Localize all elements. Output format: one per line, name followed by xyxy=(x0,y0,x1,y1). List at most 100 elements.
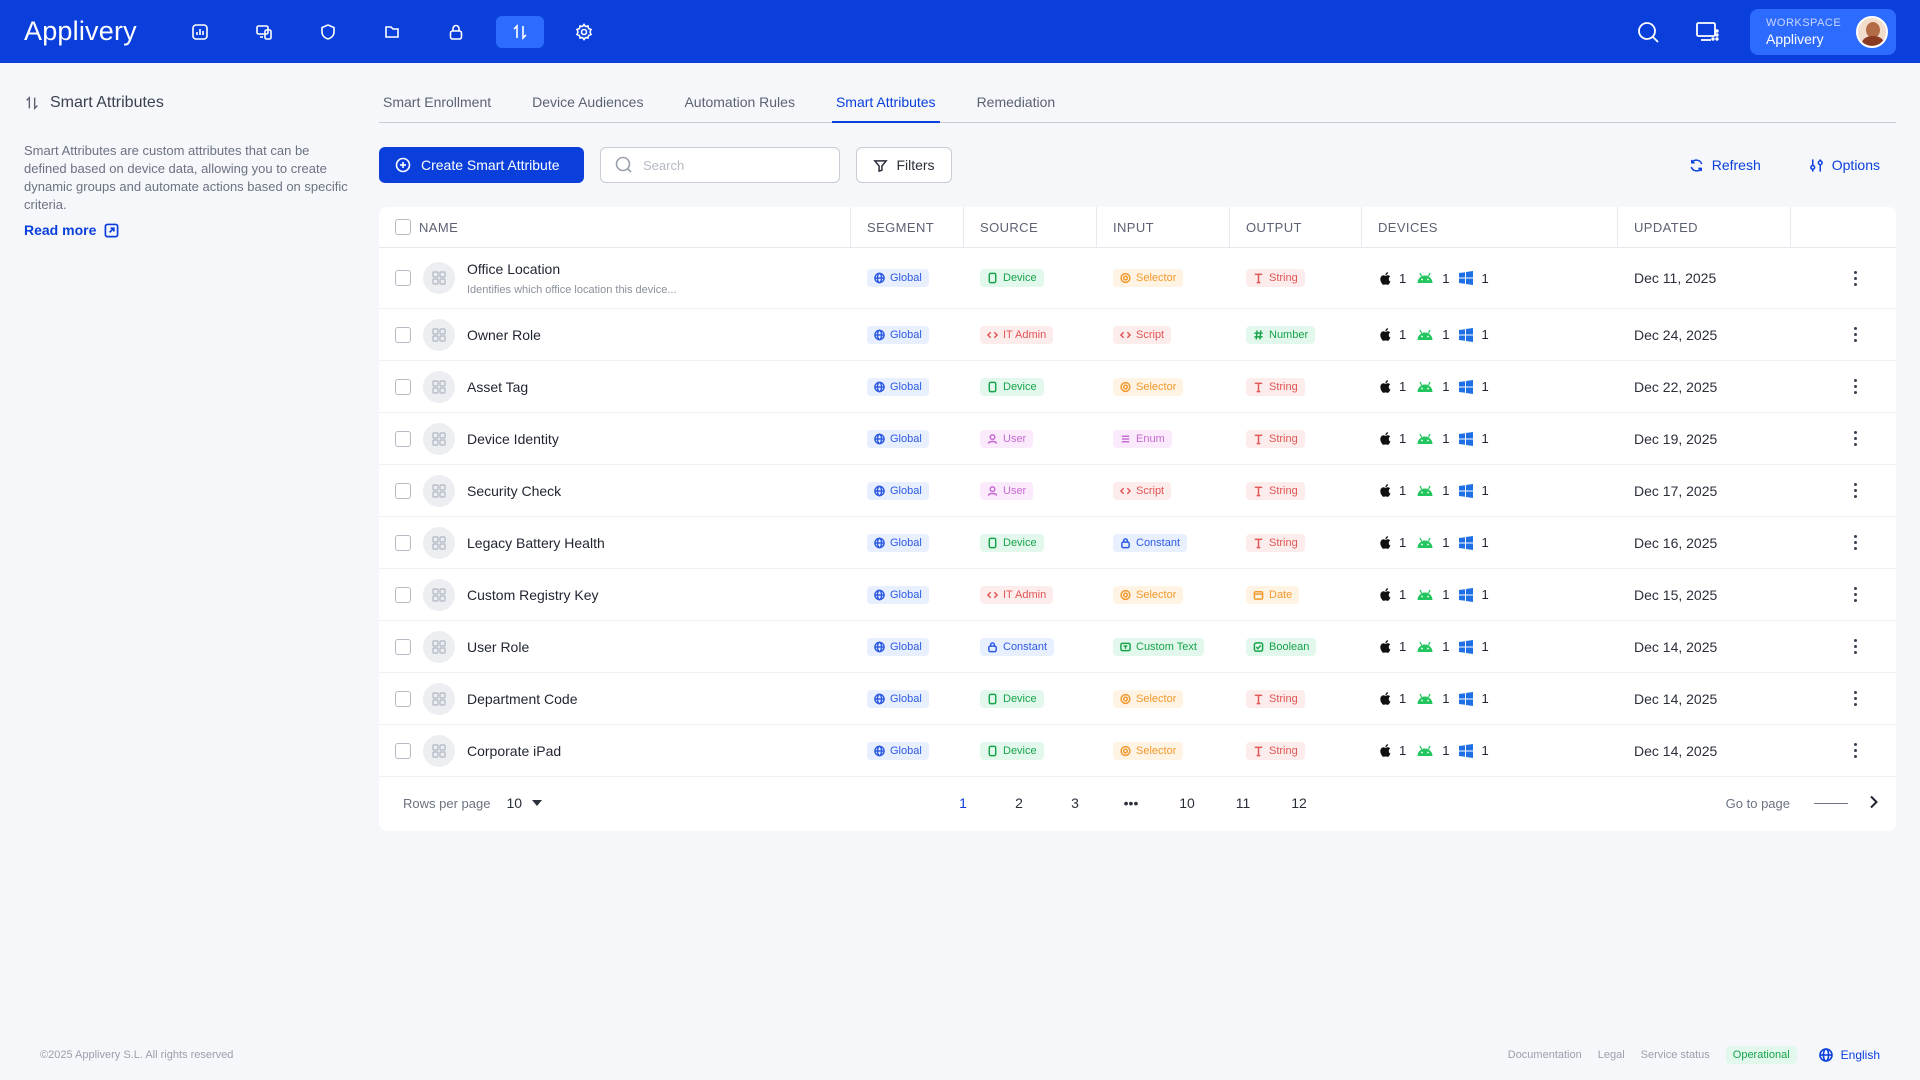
filters-button[interactable]: Filters xyxy=(856,147,952,183)
android-icon xyxy=(1417,485,1433,496)
cell-actions xyxy=(1791,739,1896,763)
create-smart-attribute-button[interactable]: Create Smart Attribute xyxy=(379,147,584,183)
tab-smart-attributes[interactable]: Smart Attributes xyxy=(831,90,940,123)
table-row[interactable]: Owner Role Global IT Admin Script Number 1 1 1 D… xyxy=(379,309,1896,361)
attribute-name[interactable]: Owner Role xyxy=(467,327,541,343)
select-all-checkbox[interactable] xyxy=(395,219,411,235)
nav-settings[interactable] xyxy=(560,16,608,48)
tab-smart-enrollment[interactable]: Smart Enrollment xyxy=(379,90,495,123)
table-row[interactable]: Device Identity Global User Enum String 1 1 1 De… xyxy=(379,413,1896,465)
row-checkbox[interactable] xyxy=(395,326,411,343)
tab-remediation[interactable]: Remediation xyxy=(973,90,1060,123)
row-menu-button[interactable] xyxy=(1843,323,1867,347)
row-checkbox[interactable] xyxy=(395,586,411,603)
page-ellipsis[interactable]: ••• xyxy=(1117,795,1145,811)
toolbar: Create Smart Attribute Filters Refresh O… xyxy=(379,147,1896,183)
row-menu-button[interactable] xyxy=(1843,375,1867,399)
avatar[interactable] xyxy=(1856,15,1888,48)
row-menu-button[interactable] xyxy=(1843,583,1867,607)
tab-device-audiences[interactable]: Device Audiences xyxy=(528,90,647,123)
table-row[interactable]: Security Check Global User Script String 1 1 1 D… xyxy=(379,465,1896,517)
row-menu-button[interactable] xyxy=(1843,739,1867,763)
nav-security[interactable] xyxy=(304,16,352,48)
nav-devices[interactable] xyxy=(240,16,288,48)
attribute-name[interactable]: Asset Tag xyxy=(467,379,528,395)
documentation-link[interactable]: Documentation xyxy=(1508,1049,1582,1061)
attribute-name[interactable]: User Role xyxy=(467,639,529,655)
global-search-button[interactable] xyxy=(1630,14,1666,50)
attribute-name[interactable]: Legacy Battery Health xyxy=(467,535,605,551)
page-2[interactable]: 2 xyxy=(1005,795,1033,811)
attribute-name[interactable]: Office Location xyxy=(467,261,677,277)
attribute-avatar xyxy=(423,578,455,611)
cell-devices: 1 1 1 xyxy=(1362,431,1618,446)
refresh-button[interactable]: Refresh xyxy=(1689,157,1761,173)
options-button[interactable]: Options xyxy=(1809,157,1880,173)
row-menu-button[interactable] xyxy=(1843,266,1867,290)
calendar-icon xyxy=(1253,590,1264,600)
table-row[interactable]: Legacy Battery Health Global Device Constan… xyxy=(379,517,1896,569)
segment-badge: Global xyxy=(867,741,929,760)
row-checkbox[interactable] xyxy=(395,270,411,286)
nav-dashboard[interactable] xyxy=(176,16,224,48)
lock-icon xyxy=(449,24,463,40)
go-to-page-input[interactable] xyxy=(1814,802,1848,804)
row-checkbox[interactable] xyxy=(395,378,411,395)
workspace-name: Applivery xyxy=(1766,30,1824,47)
row-menu-button[interactable] xyxy=(1843,427,1867,451)
row-menu-button[interactable] xyxy=(1843,479,1867,503)
app-logo[interactable]: Applivery xyxy=(24,16,176,47)
table-row[interactable]: User Role Global Constant Custom Text Boolea… xyxy=(379,621,1896,673)
device-icon xyxy=(988,537,997,548)
page-11[interactable]: 11 xyxy=(1229,795,1257,811)
apple-icon xyxy=(1380,328,1391,341)
row-menu-button[interactable] xyxy=(1843,635,1867,659)
row-checkbox[interactable] xyxy=(395,430,411,447)
workspace-switcher[interactable]: WORKSPACE Applivery xyxy=(1750,8,1896,55)
page-1[interactable]: 1 xyxy=(949,795,977,811)
row-checkbox[interactable] xyxy=(395,742,411,759)
page-12[interactable]: 12 xyxy=(1285,795,1313,811)
language-selector[interactable]: English xyxy=(1818,1048,1880,1062)
input-value: Enum xyxy=(1136,432,1165,445)
attribute-name[interactable]: Device Identity xyxy=(467,431,559,447)
attribute-name[interactable]: Department Code xyxy=(467,691,578,707)
page-3[interactable]: 3 xyxy=(1061,795,1089,811)
nav-apps[interactable] xyxy=(368,16,416,48)
attribute-name[interactable]: Corporate iPad xyxy=(467,743,561,759)
ios-count-value: 1 xyxy=(1399,535,1407,550)
search-input[interactable] xyxy=(643,157,823,173)
read-more-link[interactable]: Read more xyxy=(24,222,119,238)
rows-per-page-select[interactable]: 10 xyxy=(506,795,543,811)
table-row[interactable]: Department Code Global Device Selector Strin… xyxy=(379,673,1896,725)
row-checkbox[interactable] xyxy=(395,534,411,551)
android-count: 1 xyxy=(1416,483,1449,498)
attribute-name[interactable]: Custom Registry Key xyxy=(467,587,598,603)
cell-actions xyxy=(1791,479,1896,503)
section-description: Smart Attributes are custom attributes t… xyxy=(24,143,348,212)
nav-access[interactable] xyxy=(432,16,480,48)
page-10[interactable]: 10 xyxy=(1173,795,1201,811)
apps-menu-button[interactable] xyxy=(1690,14,1726,50)
attribute-name[interactable]: Security Check xyxy=(467,483,561,499)
table-row[interactable]: Custom Registry Key Global IT Admin Selecto… xyxy=(379,569,1896,621)
cell-updated: Dec 11, 2025 xyxy=(1618,270,1791,286)
windows-count-value: 1 xyxy=(1481,639,1489,654)
row-checkbox[interactable] xyxy=(395,638,411,655)
table-row[interactable]: Asset Tag Global Device Selector String 1 1 1 De… xyxy=(379,361,1896,413)
service-status-link[interactable]: Service status xyxy=(1641,1049,1710,1061)
legal-link[interactable]: Legal xyxy=(1598,1049,1625,1061)
cell-input: Selector xyxy=(1097,741,1230,760)
table-row[interactable]: Corporate iPad Global Device Selector String… xyxy=(379,725,1896,777)
table-row[interactable]: Office Location Identifies which office l… xyxy=(379,248,1896,309)
row-menu-button[interactable] xyxy=(1843,687,1867,711)
row-menu-button[interactable] xyxy=(1843,531,1867,555)
nav-automation[interactable] xyxy=(496,15,544,48)
tab-automation-rules[interactable]: Automation Rules xyxy=(680,90,799,123)
row-checkbox[interactable] xyxy=(395,482,411,499)
cell-input: Selector xyxy=(1097,585,1230,604)
cell-source: User xyxy=(964,481,1097,500)
row-checkbox[interactable] xyxy=(395,690,411,707)
apple-icon xyxy=(1380,271,1391,285)
next-page-button[interactable] xyxy=(1868,795,1880,812)
